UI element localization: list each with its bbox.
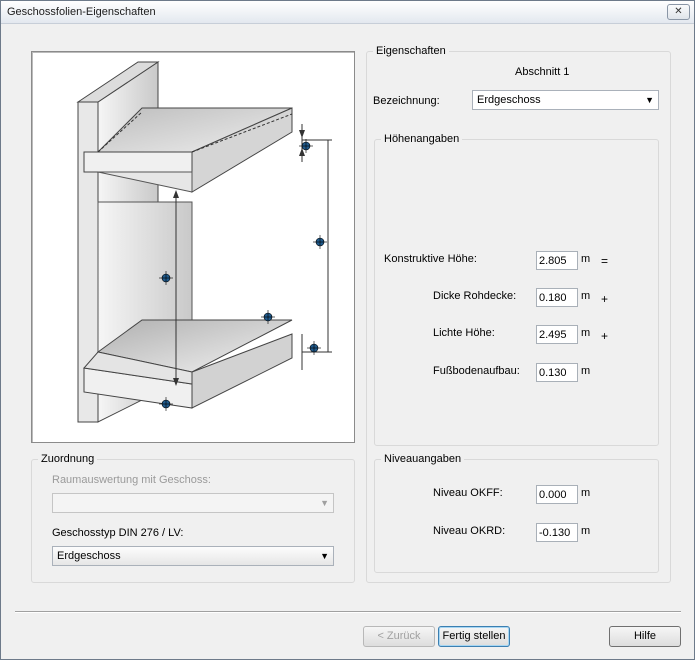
niveau-okrd-input[interactable]: -0.130: [536, 523, 578, 542]
bezeichnung-value: Erdgeschoss: [477, 94, 541, 106]
niveau-okff-input[interactable]: 0.000: [536, 485, 578, 504]
dicke-rohdecke-label: Dicke Rohdecke:: [433, 290, 517, 302]
fussbodenaufbau-unit: m: [581, 365, 591, 377]
niveau-okrd-label: Niveau OKRD:: [433, 525, 506, 537]
zuordnung-legend: Zuordnung: [38, 453, 98, 465]
window-title: Geschossfolien-Eigenschaften: [7, 6, 156, 18]
niveau-okff-label: Niveau OKFF:: [433, 487, 503, 499]
bezeichnung-dropdown[interactable]: Erdgeschoss ▼: [472, 90, 659, 110]
dicke-rohdecke-operator: +: [601, 292, 609, 306]
bezeichnung-label: Bezeichnung:: [373, 95, 440, 107]
geschosstyp-label: Geschosstyp DIN 276 / LV:: [52, 527, 184, 539]
konstruktive-hoehe-label: Konstruktive Höhe:: [384, 253, 477, 265]
geschosstyp-dropdown[interactable]: Erdgeschoss ▼: [52, 546, 334, 566]
chevron-down-icon: ▼: [320, 551, 329, 561]
chevron-down-icon: ▼: [320, 498, 329, 508]
niveau-okrd-unit: m: [581, 525, 591, 537]
niveauangaben-group: Niveauangaben: [374, 453, 659, 573]
title-bar: Geschossfolien-Eigenschaften ✕: [1, 1, 694, 24]
help-button[interactable]: Hilfe: [609, 626, 681, 647]
fussbodenaufbau-input[interactable]: 0.130: [536, 363, 578, 382]
close-icon: ✕: [674, 6, 683, 17]
lichte-hoehe-label: Lichte Höhe:: [433, 327, 495, 339]
konstruktive-hoehe-unit: m: [581, 253, 591, 265]
lichte-hoehe-unit: m: [581, 327, 591, 339]
konstruktive-hoehe-operator: =: [601, 254, 609, 268]
section-diagram: [76, 61, 332, 423]
chevron-down-icon: ▼: [645, 95, 654, 105]
niveau-okff-unit: m: [581, 487, 591, 499]
hoehenangaben-group: Höhenangaben: [374, 133, 659, 446]
finish-button[interactable]: Fertig stellen: [438, 626, 510, 647]
eigenschaften-legend: Eigenschaften: [373, 45, 449, 57]
raumauswertung-dropdown[interactable]: ▼: [52, 493, 334, 513]
dicke-rohdecke-input[interactable]: 0.180: [536, 288, 578, 307]
dialog-window: Geschossfolien-Eigenschaften ✕ Eigenscha…: [0, 0, 695, 660]
lichte-hoehe-operator: +: [601, 329, 609, 343]
floor-section-illustration: [31, 51, 355, 443]
fussbodenaufbau-label: Fußbodenaufbau:: [433, 365, 520, 377]
hoehenangaben-legend: Höhenangaben: [381, 133, 463, 145]
konstruktive-hoehe-input[interactable]: 2.805: [536, 251, 578, 270]
lichte-hoehe-input[interactable]: 2.495: [536, 325, 578, 344]
geschosstyp-value: Erdgeschoss: [57, 550, 121, 562]
section-label: Abschnitt 1: [515, 66, 570, 78]
footer-separator: [15, 611, 681, 613]
raumauswertung-label: Raumauswertung mit Geschoss:: [52, 474, 211, 486]
back-button[interactable]: < Zurück: [363, 626, 435, 647]
niveauangaben-legend: Niveauangaben: [381, 453, 465, 465]
close-button[interactable]: ✕: [667, 4, 690, 20]
dicke-rohdecke-unit: m: [581, 290, 591, 302]
